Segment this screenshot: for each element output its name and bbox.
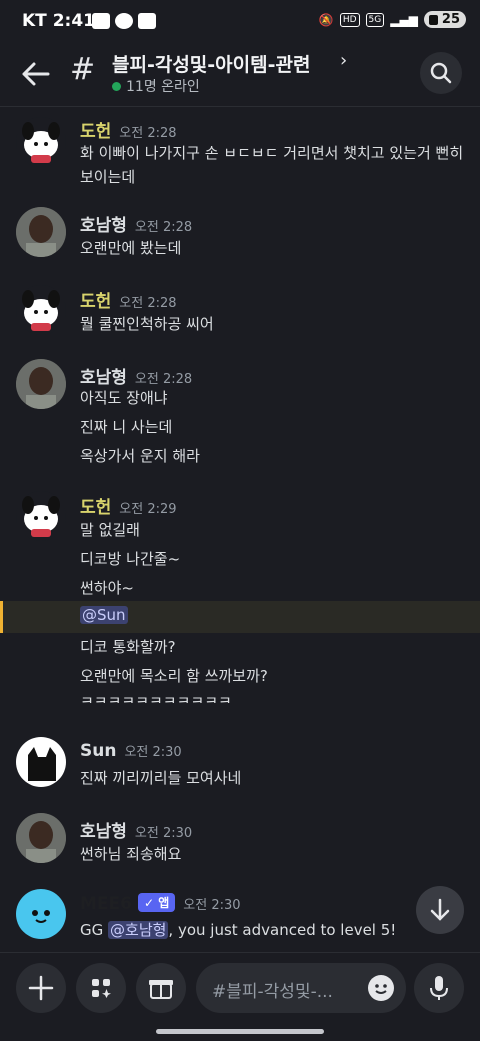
card-icon [138, 13, 156, 29]
message-text: 오랜만에 봤는데 [80, 239, 182, 257]
avatar-sun[interactable] [16, 737, 66, 787]
app-badge: ✓ 앱 [137, 893, 176, 912]
chevron-right-icon[interactable]: › [340, 50, 347, 71]
channel-title[interactable]: 블피-각성및-아이템-관련 [112, 50, 310, 77]
message-text: 오랜만에 목소리 함 쓰까보까? [80, 667, 268, 685]
message-text: 썬하야~ [80, 579, 134, 597]
emoji-icon [375, 984, 387, 994]
gift-button[interactable] [136, 963, 186, 1013]
gift-icon [149, 980, 173, 999]
message-text: 진짜 니 사는데 [80, 418, 173, 436]
signal-icon: ▂▄▆ [390, 12, 418, 27]
plus-icon [28, 975, 54, 1001]
avatar-doheon[interactable] [16, 285, 66, 335]
cloud-icon [115, 13, 133, 29]
channel-hash-icon: # [70, 52, 96, 87]
message-author[interactable]: 호남형 오전 2:28 [80, 211, 192, 236]
message-author[interactable]: 호남형 오전 2:28 [80, 363, 192, 388]
hd-icon: HD [339, 12, 360, 27]
avatar-honamhyeong[interactable] [16, 207, 66, 257]
network-icon: 5G [365, 12, 385, 27]
back-arrow-icon[interactable] [18, 58, 54, 90]
home-indicator [156, 1029, 324, 1034]
message-text: 진짜 끼리끼리들 모여사네 [80, 769, 242, 787]
avatar-honamhyeong[interactable] [16, 813, 66, 863]
apps-icon [92, 979, 111, 998]
user-mention[interactable]: @Sun [80, 606, 128, 624]
message-author[interactable]: 도헌 오전 2:28 [80, 287, 177, 312]
message-author[interactable]: Sun 오전 2:30 [80, 741, 182, 761]
message-text: 옥상가서 운지 해라 [80, 447, 200, 465]
online-dot-icon [112, 81, 121, 91]
screen-record-icon [92, 13, 110, 29]
avatar-honamhyeong[interactable] [16, 359, 66, 409]
microphone-icon [430, 976, 448, 1000]
user-mention[interactable]: @호남형 [108, 921, 169, 939]
status-bar: KT 2:41 🔕 HD 5G ▂▄▆ 25 [0, 0, 480, 44]
message-text: 디코방 나간줄~ [80, 550, 181, 568]
status-icons: 🔕 HD 5G ▂▄▆ 25 [319, 11, 466, 28]
message-text: GG @호남형, you just advanced to level 5! [80, 921, 397, 939]
arrow-down-icon [430, 898, 450, 921]
add-button[interactable] [16, 963, 66, 1013]
avatar-mee6[interactable] [16, 889, 66, 939]
channel-header: # 블피-각성및-아이템-관련 › 11명 온라인 [0, 44, 480, 107]
message-author[interactable]: MEE6 ✓ 앱 오전 2:30 [80, 893, 241, 914]
search-button[interactable] [420, 52, 462, 94]
mention-highlight [0, 601, 480, 633]
avatar-doheon[interactable] [16, 117, 66, 167]
message-text: @Sun [80, 606, 128, 624]
message-list[interactable]: 도헌 오전 2:28 화 이빠이 나가지구 손 ㅂㄷㅂㄷ 거리면서 챗치고 있는거… [0, 107, 480, 952]
battery-icon: 25 [423, 11, 466, 28]
message-text: ㅋㅋㅋㅋㅋㅋㅋㅋㅋㅋㅋ [80, 693, 232, 703]
message-text: 아직도 장애냐 [80, 389, 168, 407]
apps-button[interactable] [76, 963, 126, 1013]
message-author[interactable]: 호남형 오전 2:30 [80, 817, 192, 842]
message-input[interactable]: #블피-각성및-... [196, 963, 406, 1013]
message-input-placeholder: #블피-각성및-... [212, 982, 333, 1002]
status-carrier-time: KT 2:41 [22, 11, 95, 31]
online-text: 11명 온라인 [126, 79, 200, 95]
message-text: 썬하님 죄송해요 [80, 845, 182, 863]
message-author[interactable]: 도헌 오전 2:29 [80, 493, 177, 518]
avatar-doheon[interactable] [16, 491, 66, 541]
message-author[interactable]: 도헌 오전 2:28 [80, 117, 177, 142]
mute-icon: 🔕 [318, 12, 334, 27]
emoji-button[interactable] [368, 975, 394, 1001]
message-text: 디코 통화할까? [80, 638, 176, 656]
search-icon [430, 62, 452, 84]
message-text: 뭘 쿨찐인척하공 씨어 [80, 315, 214, 333]
online-count: 11명 온라인 [112, 76, 200, 96]
composer-bar: #블피-각성및-... [0, 952, 480, 1041]
voice-button[interactable] [414, 963, 464, 1013]
message-text: 말 없길래 [80, 521, 140, 539]
scroll-to-bottom-button[interactable] [416, 886, 464, 934]
message-text: 화 이빠이 나가지구 손 ㅂㄷㅂㄷ 거리면서 챗치고 있는거 뻔히보이는데 [80, 144, 464, 186]
